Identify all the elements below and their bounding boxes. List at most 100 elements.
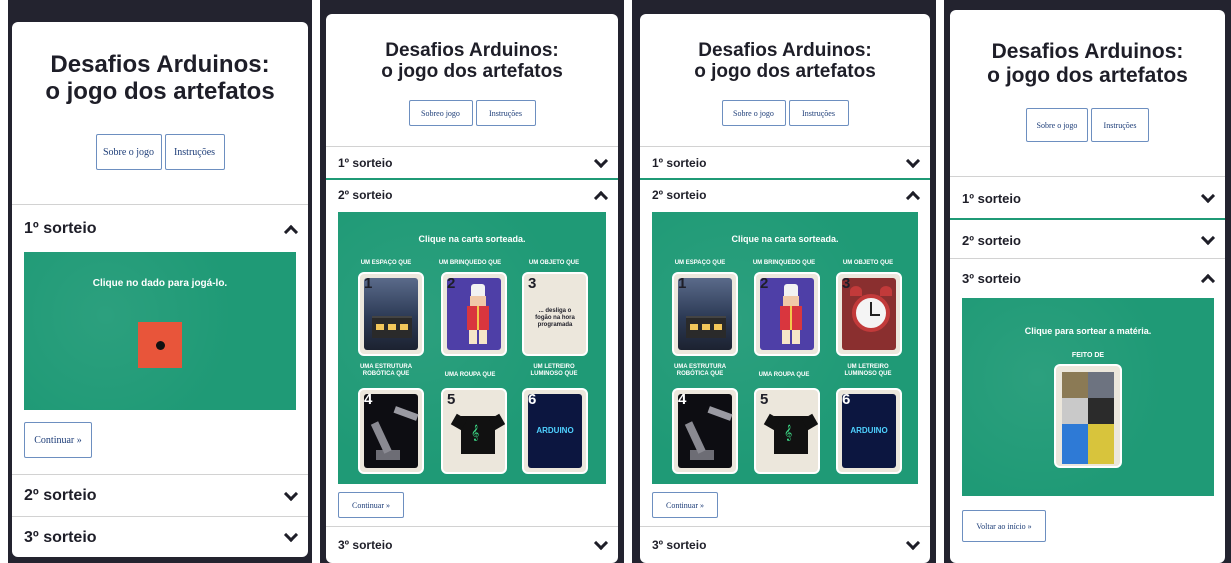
arduino-neon-text: ARDUINO xyxy=(536,426,574,435)
about-button[interactable]: Sobreo jogo xyxy=(408,100,473,126)
header-buttons: Sobre o jogo Instruções xyxy=(12,134,308,170)
chevron-down-icon xyxy=(283,527,299,543)
material-prompt: Clique para sortear a matéria. xyxy=(1024,326,1152,336)
dice-prompt: Clique no dado para jogá-lo. xyxy=(92,278,228,289)
instructions-button[interactable]: Instruções xyxy=(1091,108,1149,142)
accordion-title: 2º sorteio xyxy=(338,188,393,202)
accordion-draw-3: 3º sorteio xyxy=(326,526,618,563)
card-3[interactable]: 3 xyxy=(836,272,902,356)
card-6[interactable]: ARDUINO 6 xyxy=(522,388,588,474)
cards-panel: Clique na carta sorteada. UM ESPAÇO QUE … xyxy=(338,212,606,484)
accordion-header-draw-2[interactable]: 2º sorteio xyxy=(12,475,308,517)
card-3-text: ... desliga o fogão na hora programada xyxy=(535,308,575,329)
accordion-header-draw-1[interactable]: 1º sorteio xyxy=(640,147,930,179)
screen-3: Desafios Arduinos: o jogo dos artefatos … xyxy=(640,14,930,563)
chevron-down-icon xyxy=(283,486,299,501)
card-2[interactable]: 2 xyxy=(441,272,507,356)
card-1[interactable]: 1 xyxy=(358,272,424,356)
phone-frame-1: Desafios Arduinos: o jogo dos artefatos … xyxy=(8,0,312,563)
accordion-draw-1: 1º sorteio xyxy=(12,204,308,253)
accordion-draw-1: 1º sorteio xyxy=(326,146,618,179)
card-number: 4 xyxy=(364,391,373,408)
accordion-header-draw-1[interactable]: 1º sorteio xyxy=(12,205,308,253)
card-5[interactable]: 𝄞 5 xyxy=(754,388,820,474)
cards-prompt: Clique na carta sorteada. xyxy=(418,234,526,244)
accordion-header-draw-3[interactable]: 3º sorteio xyxy=(640,527,930,563)
chevron-up-icon xyxy=(593,190,609,205)
accordion-header-draw-2[interactable]: 2º sorteio xyxy=(326,180,618,210)
material-card[interactable] xyxy=(1054,364,1122,468)
accordion-draw-2: 2º sorteio xyxy=(326,178,618,210)
continue-button[interactable]: Continuar » xyxy=(338,492,404,518)
accordion-title: 2º sorteio xyxy=(962,232,1021,248)
card-category-2: UM BRINQUEDO QUE xyxy=(438,260,502,266)
card-5[interactable]: 𝄞 5 xyxy=(441,388,507,474)
accordion-header-draw-1[interactable]: 1º sorteio xyxy=(326,147,618,179)
card-4[interactable]: 4 xyxy=(358,388,424,474)
continue-button[interactable]: Continuar » xyxy=(652,492,718,518)
title-line-2: o jogo dos artefatos xyxy=(694,61,876,83)
accordion-title: 3º sorteio xyxy=(24,528,97,546)
accordion-title: 1º sorteio xyxy=(338,156,393,170)
card-category-4: UMA ESTRUTURA ROBÓTICA QUE xyxy=(673,364,727,378)
cards-panel: Clique na carta sorteada. UM ESPAÇO QUE … xyxy=(652,212,918,484)
accordion-title: 1º sorteio xyxy=(962,190,1021,206)
die-button[interactable] xyxy=(138,322,182,368)
instructions-button[interactable]: Instruções xyxy=(164,134,225,170)
accordion-draw-2: 2º sorteio xyxy=(640,178,930,210)
chevron-up-icon xyxy=(905,190,921,205)
chevron-down-icon xyxy=(905,535,921,550)
accordion-header-draw-2[interactable]: 2º sorteio xyxy=(640,180,930,210)
instructions-button[interactable]: Instruções xyxy=(788,100,849,126)
card-2[interactable]: 2 xyxy=(754,272,820,356)
accordion-title: 3º sorteio xyxy=(338,538,393,552)
card-category-3: UM OBJETO QUE xyxy=(842,260,894,266)
card-6[interactable]: ARDUINO 6 xyxy=(836,388,902,474)
accordion-header-draw-3[interactable]: 3º sorteio xyxy=(326,527,618,563)
accordion-draw-1: 1º sorteio xyxy=(640,146,930,179)
card-1[interactable]: 1 xyxy=(672,272,738,356)
accordion-header-draw-3[interactable]: 3º sorteio xyxy=(950,259,1225,297)
screen-2: Desafios Arduinos: o jogo dos artefatos … xyxy=(326,14,618,563)
accordion-header-draw-1[interactable]: 1º sorteio xyxy=(950,177,1225,219)
card-number: 2 xyxy=(760,275,769,292)
title-line-1: Desafios Arduinos: xyxy=(385,40,559,61)
about-button[interactable]: Sobre o jogo xyxy=(95,134,162,170)
card-number: 3 xyxy=(842,275,851,292)
card-number: 1 xyxy=(678,275,687,292)
chevron-down-icon xyxy=(1200,188,1216,203)
card-category-6: UM LETREIRO LUMINOSO QUE xyxy=(844,364,892,378)
accordion-header-draw-2[interactable]: 2º sorteio xyxy=(950,220,1225,260)
back-to-start-button[interactable]: Voltar ao início » xyxy=(962,510,1046,542)
accordion-draw-3: 3º sorteio xyxy=(12,516,308,557)
card-category-3: UM OBJETO QUE xyxy=(528,260,580,266)
accordion-title: 1º sorteio xyxy=(24,220,97,237)
accordion-draw-2: 2º sorteio xyxy=(12,474,308,517)
page-title: Desafios Arduinos: o jogo dos artefatos xyxy=(12,51,308,106)
instructions-button[interactable]: Instruções xyxy=(475,100,536,126)
card-4[interactable]: 4 xyxy=(672,388,738,474)
accordion-title: 2º sorteio xyxy=(24,487,97,504)
card-category-1: UM ESPAÇO QUE xyxy=(674,260,726,266)
arduino-neon-text: ARDUINO xyxy=(850,426,888,435)
chevron-up-icon xyxy=(1200,273,1216,288)
accordion-title: 2º sorteio xyxy=(652,188,707,202)
die-pip-icon xyxy=(156,341,165,350)
header-buttons: Sobre o jogo Instruções xyxy=(640,100,930,126)
chevron-down-icon xyxy=(1200,230,1216,245)
about-button[interactable]: Sobre o jogo xyxy=(1026,108,1088,142)
materials-image xyxy=(1062,372,1114,464)
card-category-2: UM BRINQUEDO QUE xyxy=(752,260,816,266)
title-line-1: Desafios Arduinos: xyxy=(698,40,872,61)
accordion-draw-2: 2º sorteio xyxy=(950,218,1225,260)
accordion-title: 1º sorteio xyxy=(652,156,707,170)
continue-button[interactable]: Continuar » xyxy=(24,422,92,458)
card-number: 2 xyxy=(447,275,456,292)
card-3[interactable]: ... desliga o fogão na hora programada 3 xyxy=(522,272,588,356)
accordion-header-draw-3[interactable]: 3º sorteio xyxy=(12,517,308,557)
accordion-draw-1: 1º sorteio xyxy=(950,176,1225,219)
card-number: 4 xyxy=(678,391,687,408)
about-button[interactable]: Sobre o jogo xyxy=(721,100,786,126)
phone-frame-2: Desafios Arduinos: o jogo dos artefatos … xyxy=(320,0,624,563)
card-category-6: UM LETREIRO LUMINOSO QUE xyxy=(530,364,578,378)
